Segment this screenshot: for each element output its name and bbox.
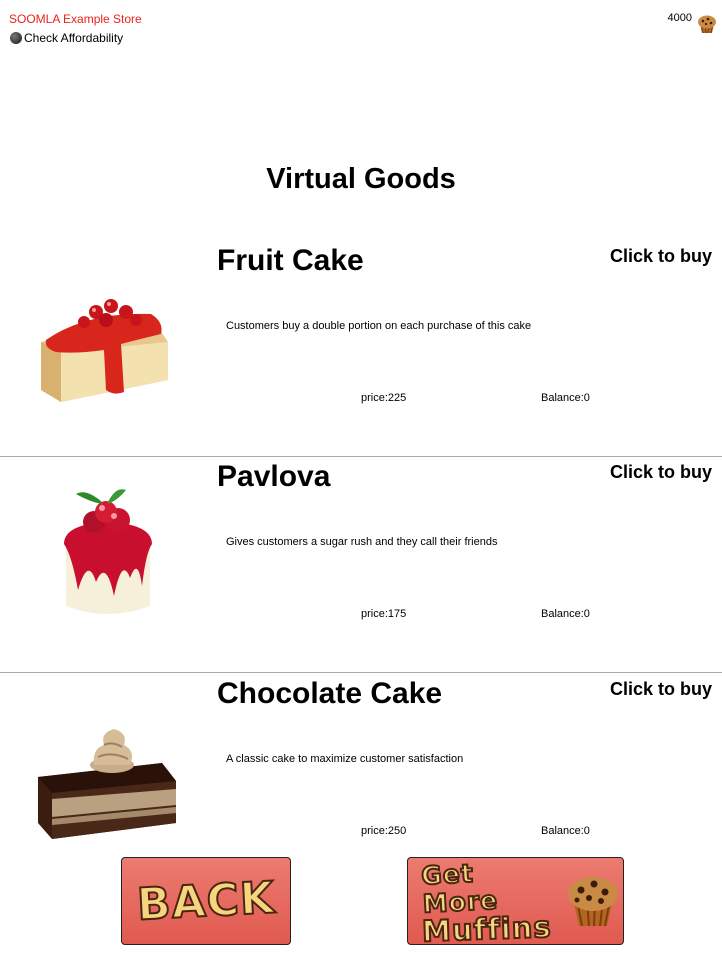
good-price: price:175 [361,608,407,620]
muffin-icon [563,870,623,933]
fruit-cake-icon [36,292,172,412]
good-item-fruit-cake: Fruit Cake Click to buy Customers buy a … [0,244,722,460]
currency-balance: 4000 [667,12,692,24]
good-price: price:225 [361,392,407,404]
buy-button[interactable]: Click to buy [610,462,712,483]
check-affordability-toggle[interactable]: Check Affordability [10,31,123,45]
good-name: Fruit Cake [217,244,364,277]
store-title: SOOMLA Example Store [9,12,142,26]
back-button-label: BACK [135,871,277,931]
good-name: Chocolate Cake [217,677,443,710]
good-price: price:250 [361,825,407,837]
muffins-label: Muffins [420,909,553,950]
good-item-pavlova: Pavlova Click to buy Gives customers a s… [0,460,722,676]
buy-button[interactable]: Click to buy [610,679,712,700]
check-affordability-label: Check Affordability [24,31,124,45]
good-balance: Balance:0 [541,825,590,837]
buy-button[interactable]: Click to buy [610,246,712,267]
good-description: A classic cake to maximize customer sati… [226,753,464,765]
divider [0,672,722,673]
good-balance: Balance:0 [541,392,590,404]
pavlova-icon [56,486,160,627]
muffin-icon [696,12,718,39]
chocolate-cake-icon [34,719,180,848]
get-more-label: Get More [420,858,500,920]
get-more-muffins-label: Get More Muffins [420,858,555,950]
good-description: Gives customers a sugar rush and they ca… [226,536,498,548]
divider [0,456,722,457]
good-name: Pavlova [217,460,331,493]
radio-icon [10,32,22,44]
good-description: Customers buy a double portion on each p… [226,320,532,332]
get-more-muffins-button[interactable]: Get More Muffins [407,857,624,950]
good-balance: Balance:0 [541,608,590,620]
section-title: Virtual Goods [266,163,456,195]
back-button[interactable]: BACK [121,857,291,945]
